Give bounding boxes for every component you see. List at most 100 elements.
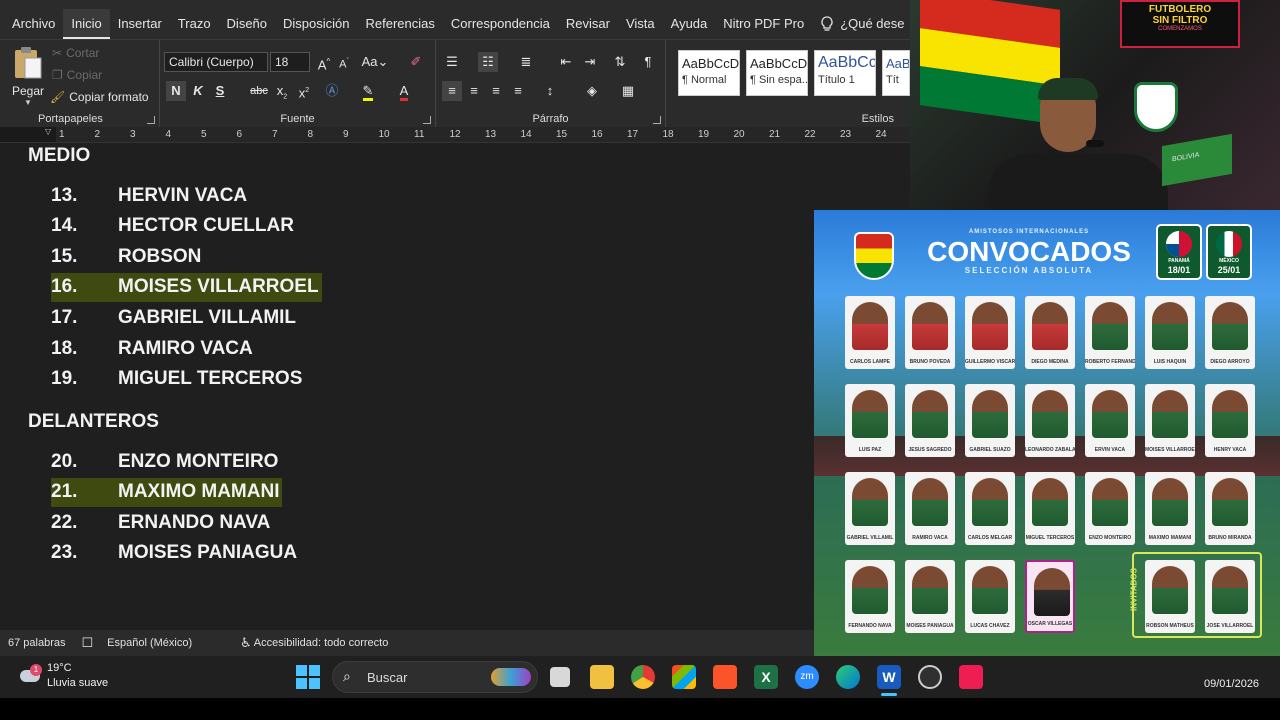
copy-button[interactable]: ❐ Copiar <box>52 68 102 82</box>
style-normal[interactable]: AaBbCcDc ¶ Normal <box>678 50 740 96</box>
shading-icon[interactable]: ◈ <box>582 81 602 101</box>
tab-ayuda[interactable]: Ayuda <box>663 9 716 39</box>
style-heading-1[interactable]: AaBbCc Título 1 <box>814 50 876 96</box>
grow-font-icon[interactable]: A^ <box>314 52 334 72</box>
player-list-item[interactable]: 16. MOISES VILLARROEL <box>51 272 322 302</box>
tab-disposicion[interactable]: Disposición <box>275 9 357 39</box>
highlight-color-icon[interactable]: ✎ <box>358 81 378 101</box>
weather-icon[interactable]: 1 <box>18 664 42 686</box>
tab-vista[interactable]: Vista <box>618 9 663 39</box>
ruler[interactable]: 1 2 3 4 5 6 7 8 9 10 11 12 13 14 15 16 17 18 19 20 21 22 23 24 … <box>0 127 910 143</box>
player-list-item[interactable]: 18. RAMIRO VACA <box>51 334 253 363</box>
font-size-select[interactable]: 18 <box>270 52 310 72</box>
tab-diseno[interactable]: Diseño <box>219 9 275 39</box>
document-page[interactable]: MEDIO 13. HERVIN VACA 14. HECTOR CUELLAR 15.… <box>0 143 814 630</box>
weather-temperature[interactable]: 19°C <box>47 662 72 674</box>
word-count[interactable]: 67 palabras <box>8 637 66 649</box>
tab-nitro-pdf[interactable]: Nitro PDF Pro <box>715 9 812 39</box>
player-card: LUIS PAZ <box>845 384 895 457</box>
indent-marker-icon[interactable]: ▽ <box>45 127 51 136</box>
change-case-button[interactable]: Aa⌄ <box>360 52 390 72</box>
ruler-tick-label: 11 <box>414 129 425 140</box>
strikethrough-button[interactable]: abc <box>246 81 272 101</box>
excel-icon[interactable]: X <box>754 665 778 689</box>
player-list-item[interactable]: 23. MOISES PANIAGUA <box>51 539 297 568</box>
bullets-icon[interactable]: ☰ <box>442 52 462 72</box>
justify-icon[interactable]: ≡ <box>508 81 528 101</box>
tab-revisar[interactable]: Revisar <box>558 9 618 39</box>
multilevel-list-icon[interactable]: ≣ <box>516 52 536 72</box>
player-number: 14. <box>51 215 78 237</box>
numbering-icon[interactable]: ☷ <box>478 52 498 72</box>
text-effects-icon[interactable]: Ⓐ <box>322 81 342 101</box>
clipboard-launcher-icon[interactable] <box>147 116 155 124</box>
cut-button[interactable]: ✂ Cortar <box>52 46 99 60</box>
align-left-icon[interactable]: ≡ <box>442 81 462 101</box>
italic-button[interactable]: K <box>188 81 208 101</box>
player-photo <box>1032 390 1068 438</box>
style-heading-2[interactable]: AaB Tít <box>882 50 910 96</box>
align-right-icon[interactable]: ≡ <box>486 81 506 101</box>
weather-description[interactable]: Lluvia suave <box>47 677 108 689</box>
change-case-label: Aa <box>361 54 378 69</box>
player-list-item[interactable]: 14. HECTOR CUELLAR <box>51 212 294 241</box>
tab-inicio[interactable]: Inicio <box>63 9 110 39</box>
format-painter-button[interactable]: 🖌 Copiar formato <box>50 90 149 104</box>
file-explorer-icon[interactable] <box>590 665 614 689</box>
show-marks-icon[interactable]: ¶ <box>638 52 658 72</box>
borders-icon[interactable]: ▦ <box>618 81 638 101</box>
player-list-item[interactable]: 15. ROBSON <box>51 242 201 271</box>
player-list-item[interactable]: 19. MIGUEL TERCEROS <box>51 365 302 394</box>
line-spacing-icon[interactable]: ↕ <box>540 81 560 101</box>
bold-button[interactable]: N <box>166 81 186 101</box>
player-card: DIEGO MEDINA <box>1025 296 1075 369</box>
style-no-spacing[interactable]: AaBbCcDc ¶ Sin espa... <box>746 50 808 96</box>
player-list-item[interactable]: 22. ERNANDO NAVA <box>51 508 270 537</box>
sort-icon[interactable]: ⇅ <box>610 52 630 72</box>
player-card: GABRIEL VILLAMIL <box>845 472 895 545</box>
chrome-icon[interactable] <box>631 665 655 689</box>
obs-icon[interactable] <box>918 665 942 689</box>
superscript-icon[interactable]: x2 <box>294 81 314 101</box>
paragraph-launcher-icon[interactable] <box>653 116 661 124</box>
player-list-item[interactable]: 17. GABRIEL VILLAMIL <box>51 303 296 332</box>
tab-referencias[interactable]: Referencias <box>358 9 443 39</box>
taskbar-search[interactable]: ⌕ Buscar <box>332 661 538 693</box>
subscript-icon[interactable]: x2 <box>272 81 292 101</box>
language-status[interactable]: Español (México) <box>107 637 192 649</box>
store-icon[interactable] <box>672 665 696 689</box>
task-view-icon[interactable] <box>550 667 570 687</box>
decrease-indent-icon[interactable]: ⇤ <box>556 52 576 72</box>
shrink-font-icon[interactable]: Aˇ <box>334 52 354 72</box>
start-button[interactable] <box>296 665 320 689</box>
brave-icon[interactable] <box>713 665 737 689</box>
font-name-select[interactable]: Calibri (Cuerpo) <box>164 52 268 72</box>
font-launcher-icon[interactable] <box>423 116 431 124</box>
align-center-icon[interactable]: ≡ <box>464 81 484 101</box>
word-icon[interactable]: W <box>877 665 901 689</box>
tell-me-search[interactable]: ¿Qué dese <box>812 9 912 39</box>
font-color-icon[interactable]: A <box>394 81 414 101</box>
accessibility-icon[interactable]: ♿ <box>240 635 252 651</box>
tab-trazo[interactable]: Trazo <box>170 9 219 39</box>
accessibility-status[interactable]: Accesibilidad: todo correcto <box>254 637 389 649</box>
tab-correspondencia[interactable]: Correspondencia <box>443 9 558 39</box>
edge-icon[interactable] <box>836 665 860 689</box>
tab-archivo[interactable]: Archivo <box>4 9 63 39</box>
neon-sign: FUTBOLERO SIN FILTRO COMENZAMOS <box>1120 0 1240 48</box>
taskbar-date[interactable]: 09/01/2026 <box>1204 678 1259 690</box>
player-list-item[interactable]: 13. HERVIN VACA <box>51 181 247 210</box>
underline-button[interactable]: S <box>210 81 230 101</box>
paragraph-group-label: Párrafo <box>532 113 569 125</box>
paste-button[interactable]: Pegar ▼ <box>8 46 48 107</box>
clear-format-icon[interactable]: ✐ <box>406 52 426 72</box>
player-photo <box>912 478 948 526</box>
tiktok-icon[interactable] <box>959 665 983 689</box>
player-list-item[interactable]: 20. ENZO MONTEIRO <box>51 447 278 476</box>
proofing-icon[interactable]: ☐ <box>82 635 94 651</box>
tab-insertar[interactable]: Insertar <box>110 9 170 39</box>
increase-indent-icon[interactable]: ⇥ <box>580 52 600 72</box>
player-list-item[interactable]: 21. MAXIMO MAMANI <box>51 477 283 507</box>
player-number: 16. <box>51 276 78 298</box>
zoom-icon[interactable]: zm <box>795 665 819 689</box>
